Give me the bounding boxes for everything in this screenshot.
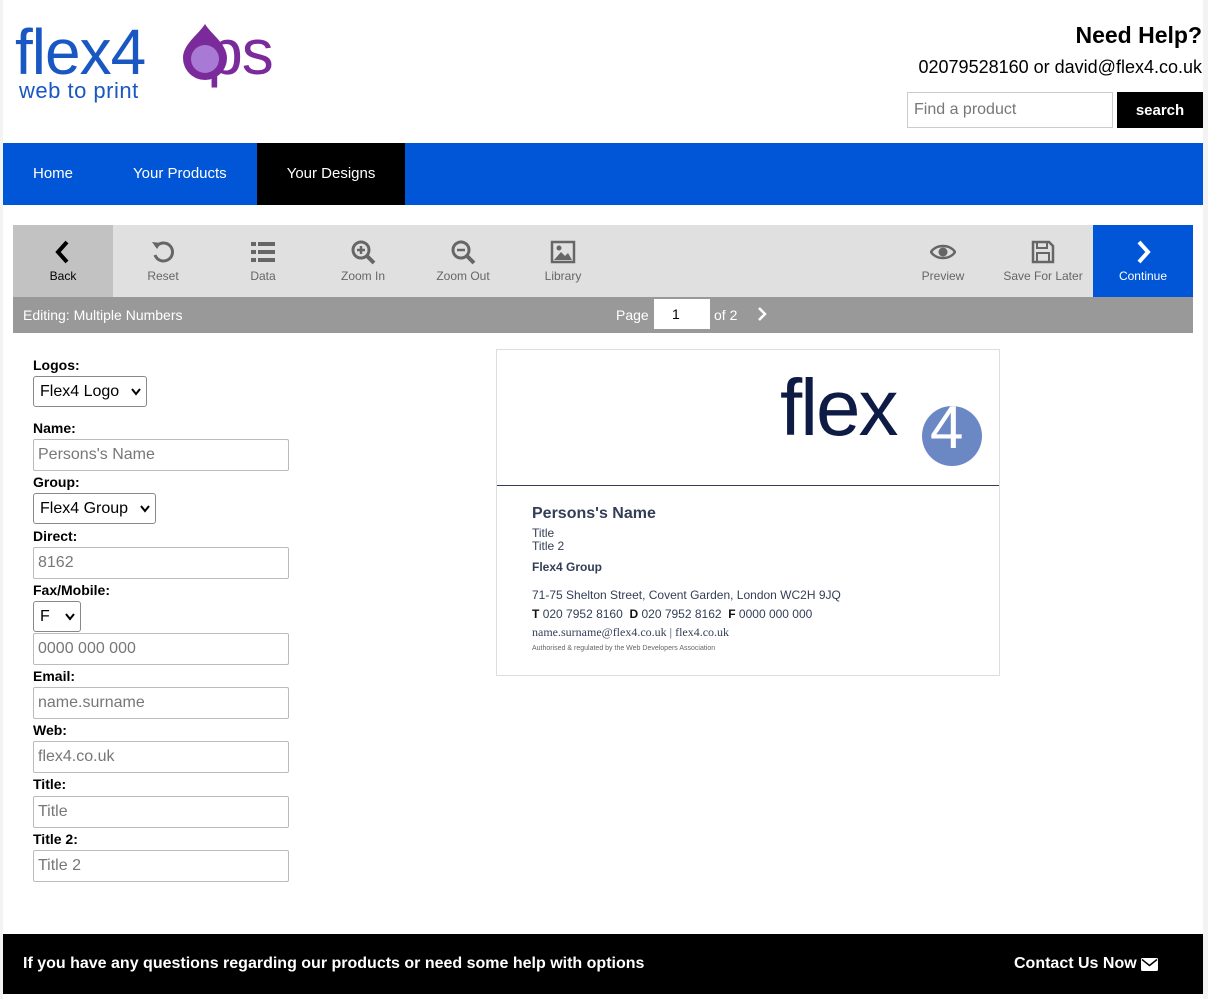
- save-disk-icon: [1031, 240, 1055, 264]
- title-label: Title:: [33, 776, 67, 792]
- email-input[interactable]: [33, 687, 289, 719]
- footer-bar: If you have any questions regarding our …: [3, 934, 1203, 994]
- nav-item-your-products[interactable]: Your Products: [103, 143, 257, 205]
- logo-tagline: web to print: [19, 78, 139, 103]
- group-label: Group:: [33, 474, 80, 490]
- help-contact: 02079528160 or david@flex4.co.uk: [918, 57, 1202, 77]
- envelope-icon[interactable]: [1141, 958, 1158, 971]
- card-group: Flex4 Group: [532, 560, 603, 574]
- chevron-down-icon: [65, 613, 75, 621]
- card-email-web: name.surname@flex4.co.uk | flex4.co.uk: [532, 625, 730, 639]
- page-total: of 2: [714, 307, 738, 323]
- card-footnote: Authorised & regulated by the Web Develo…: [532, 645, 716, 652]
- zoom-out-button[interactable]: Zoom Out: [413, 225, 513, 297]
- fax-input[interactable]: [33, 633, 289, 665]
- preview-button[interactable]: Preview: [893, 225, 993, 297]
- page-label: Page: [616, 307, 649, 323]
- search-button[interactable]: search: [1117, 92, 1203, 128]
- card-phones: T 020 7952 8160 D 020 7952 8162 F 0000 0…: [532, 607, 813, 621]
- reset-button[interactable]: Reset: [113, 225, 213, 297]
- eye-icon: [930, 244, 956, 260]
- fax-type-select[interactable]: F: [33, 601, 81, 632]
- logo-drop-icon: [183, 24, 227, 80]
- library-button[interactable]: Library: [513, 225, 613, 297]
- continue-button[interactable]: Continue: [1093, 225, 1193, 297]
- zoom-in-icon: [351, 240, 376, 265]
- next-page-icon[interactable]: [755, 307, 769, 321]
- chevron-down-icon: [131, 388, 141, 396]
- main-nav: Home Your Products Your Designs: [3, 143, 1203, 205]
- site-logo[interactable]: flex4 ps web to print: [15, 18, 305, 108]
- web-label: Web:: [33, 722, 67, 738]
- image-icon: [550, 240, 576, 264]
- title2-input[interactable]: [33, 850, 289, 882]
- page: flex4 ps web to print Need Help? 02079528…: [3, 0, 1203, 999]
- chevron-right-icon: [1137, 240, 1151, 264]
- group-select[interactable]: Flex4 Group: [33, 493, 156, 524]
- direct-input[interactable]: [33, 547, 289, 579]
- title-input[interactable]: [33, 796, 289, 828]
- business-card-preview[interactable]: flex 4 Persons's Name Title Title 2 Flex…: [496, 349, 1000, 676]
- card-address: 71-75 Shelton Street, Covent Garden, Lon…: [532, 588, 841, 602]
- zoom-out-icon: [451, 240, 476, 265]
- card-logo-four-badge: 4: [922, 398, 982, 466]
- chevron-down-icon: [140, 505, 150, 513]
- email-label: Email:: [33, 668, 76, 684]
- title2-label: Title 2:: [33, 831, 78, 847]
- nav-item-your-designs[interactable]: Your Designs: [256, 143, 406, 205]
- contact-us-link[interactable]: Contact Us Now: [1014, 955, 1137, 973]
- direct-label: Direct:: [33, 528, 78, 544]
- data-button[interactable]: Data: [213, 225, 313, 297]
- card-divider: [497, 485, 999, 486]
- nav-item-home[interactable]: Home: [3, 143, 103, 205]
- save-for-later-button[interactable]: Save For Later: [993, 225, 1093, 297]
- zoom-in-button[interactable]: Zoom In: [313, 225, 413, 297]
- page-number-input[interactable]: [654, 299, 710, 329]
- name-input[interactable]: [33, 439, 289, 471]
- logos-label: Logos:: [33, 357, 80, 373]
- editing-bar: Editing: Multiple Numbers Page of 2: [13, 297, 1193, 333]
- card-name: Persons's Name: [532, 505, 656, 522]
- fax-mobile-label: Fax/Mobile:: [33, 582, 111, 598]
- card-title: Title: [532, 526, 555, 540]
- card-title2: Title 2: [532, 539, 565, 553]
- card-logo-text: flex: [780, 363, 898, 452]
- editing-label: Editing: Multiple Numbers: [23, 307, 183, 323]
- editor-toolbar: Back Reset Data Zoom In Zoom Out Library…: [13, 225, 1193, 297]
- logos-select[interactable]: Flex4 Logo: [33, 376, 147, 407]
- web-input[interactable]: [33, 741, 289, 773]
- help-title: Need Help?: [1075, 22, 1202, 48]
- search-input[interactable]: [907, 92, 1113, 128]
- back-button[interactable]: Back: [13, 225, 113, 297]
- chevron-left-icon: [55, 240, 69, 264]
- undo-icon: [152, 241, 174, 263]
- name-label: Name:: [33, 420, 76, 436]
- footer-text: If you have any questions regarding our …: [23, 955, 645, 972]
- list-icon: [251, 242, 275, 262]
